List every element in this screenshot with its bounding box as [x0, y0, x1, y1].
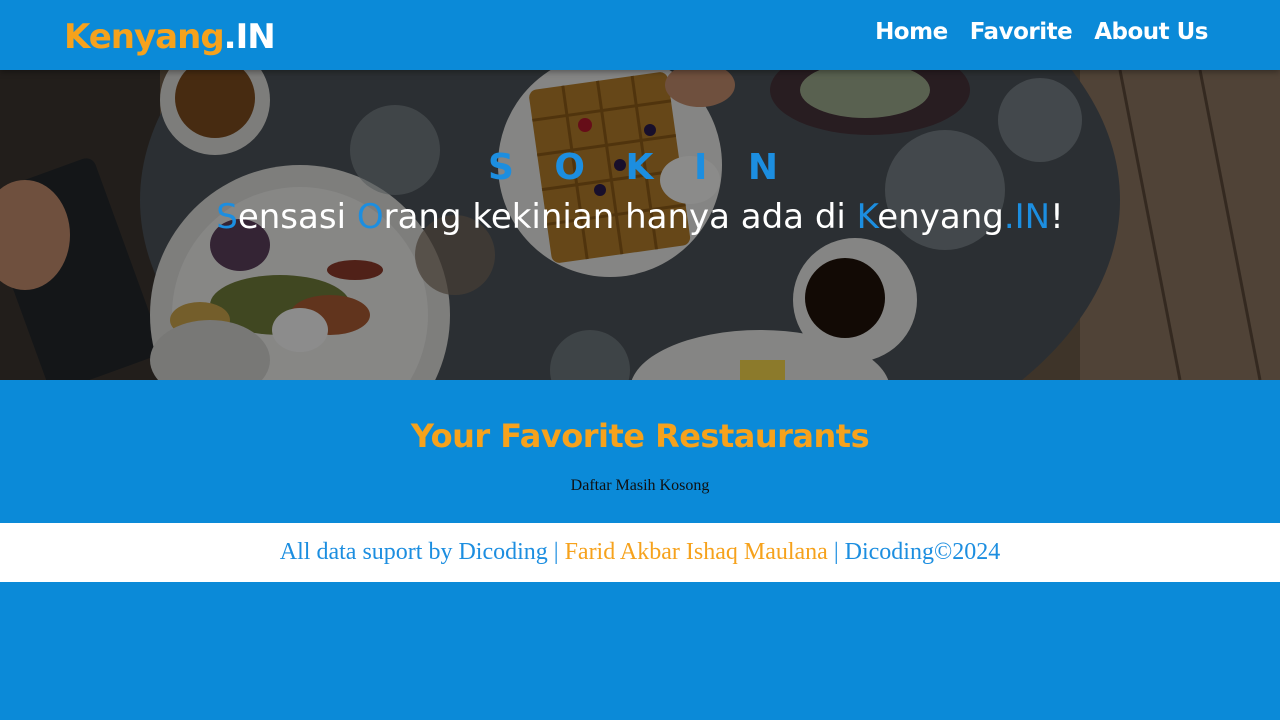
nav-favorite-link[interactable]: Favorite	[970, 14, 1073, 50]
footer-author-name: Farid Akbar Ishaq Maulana	[564, 539, 828, 565]
tagline-part: enyang	[877, 197, 1004, 237]
page-footer: All data suport by Dicoding | Farid Akba…	[0, 523, 1280, 582]
tagline-part: S	[216, 197, 238, 237]
nav-home-link[interactable]: Home	[875, 14, 948, 50]
section-title: Your Favorite Restaurants	[410, 417, 870, 455]
footer-credit-text: All data suport by Dicoding |	[279, 539, 565, 565]
hero-banner: S O K I N Sensasi Orang kekinian hanya a…	[0, 70, 1280, 380]
footer-copyright-text: | Dicoding©2024	[827, 539, 1001, 565]
hero-tagline: Sensasi Orang kekinian hanya ada di Keny…	[0, 194, 1280, 240]
tagline-part: ensasi	[237, 197, 357, 237]
brand-logo[interactable]: Kenyang.IN	[64, 14, 276, 60]
tagline-part: K	[856, 197, 878, 237]
tagline-part: rang kekinian hanya ada di	[383, 197, 857, 237]
nav-about-us-link[interactable]: About Us	[1094, 14, 1208, 50]
brand-secondary-text: .IN	[223, 17, 276, 57]
favorite-section: Your Favorite Restaurants Daftar Masih K…	[0, 380, 1280, 523]
brand-primary-text: Kenyang	[64, 17, 225, 57]
empty-list-message: Daftar Masih Kosong	[570, 477, 710, 494]
app-header: Kenyang.IN Home Favorite About Us	[0, 0, 1280, 70]
hero-title: S O K I N	[487, 147, 793, 188]
tagline-part: .IN	[1003, 197, 1051, 237]
tagline-part: O	[356, 197, 384, 237]
tagline-part: !	[1050, 197, 1064, 237]
main-nav: Home Favorite About Us	[875, 14, 1208, 50]
